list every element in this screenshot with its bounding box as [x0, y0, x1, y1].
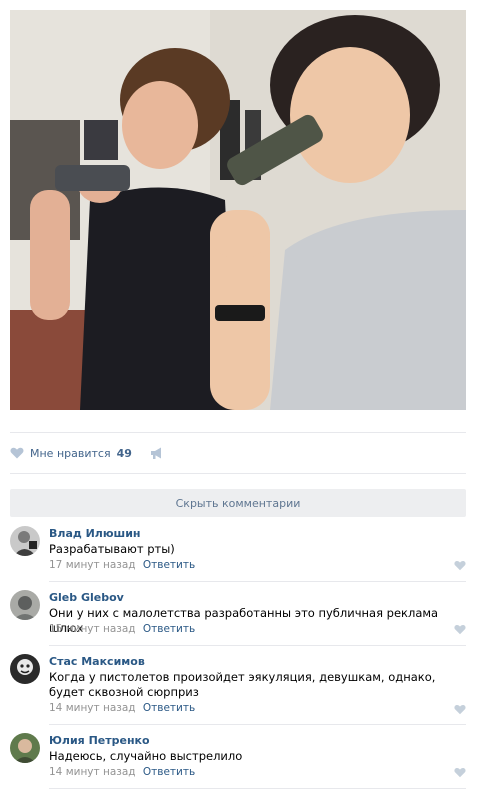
- comment: Юлия Петренко Надеюсь, случайно выстрели…: [10, 733, 466, 789]
- heart-icon[interactable]: [454, 624, 466, 635]
- heart-icon[interactable]: [454, 767, 466, 778]
- comment: Gleb Glebov Они у них с малолетства разр…: [10, 590, 466, 646]
- comment-text: Надеюсь, случайно выстрелило: [49, 749, 243, 763]
- comment-time[interactable]: 17 минут назад: [49, 559, 136, 571]
- like-count[interactable]: 49: [117, 447, 132, 460]
- divider: [49, 724, 466, 725]
- comment-author[interactable]: Юлия Петренко: [49, 734, 150, 747]
- like-bar: Мне нравится 49: [10, 444, 164, 462]
- comment-time[interactable]: 14 минут назад: [49, 702, 136, 714]
- divider: [10, 432, 466, 433]
- comment: Влад Илюшин Разрабатывают рты) 17 минут …: [10, 526, 466, 582]
- divider: [49, 645, 466, 646]
- reply-link[interactable]: Ответить: [143, 702, 195, 714]
- comment-text: Когда у пистолетов произойдет эякуляция,…: [49, 670, 436, 699]
- reply-link[interactable]: Ответить: [143, 766, 195, 778]
- photo-illustration: [10, 10, 466, 410]
- hide-comments-button[interactable]: Скрыть комментарии: [10, 489, 466, 517]
- megaphone-icon[interactable]: [150, 446, 164, 460]
- comment-meta: 15 минут назад Ответить: [49, 623, 195, 635]
- avatar[interactable]: [10, 526, 40, 556]
- comment-author[interactable]: Влад Илюшин: [49, 527, 141, 540]
- avatar[interactable]: [10, 590, 40, 620]
- comment-text: Разрабатывают рты): [49, 542, 175, 556]
- wall-post: Мне нравится 49 Скрыть комментарии Влад …: [0, 0, 484, 793]
- comment-meta: 14 минут назад Ответить: [49, 702, 195, 714]
- comment-meta: 17 минут назад Ответить: [49, 559, 195, 571]
- divider: [49, 581, 466, 582]
- divider: [49, 788, 466, 789]
- avatar[interactable]: [10, 654, 40, 684]
- reply-link[interactable]: Ответить: [143, 559, 195, 571]
- comment-author[interactable]: Стас Максимов: [49, 655, 145, 668]
- comment-time[interactable]: 15 минут назад: [49, 623, 136, 635]
- divider: [10, 473, 466, 474]
- comment: Стас Максимов Когда у пистолетов произой…: [10, 654, 466, 725]
- comment-author[interactable]: Gleb Glebov: [49, 591, 124, 604]
- heart-icon[interactable]: [454, 560, 466, 571]
- comment-meta: 14 минут назад Ответить: [49, 766, 195, 778]
- comment-time[interactable]: 14 минут назад: [49, 766, 136, 778]
- avatar[interactable]: [10, 733, 40, 763]
- heart-icon[interactable]: [10, 447, 24, 459]
- heart-icon[interactable]: [454, 704, 466, 715]
- post-photo[interactable]: [10, 10, 466, 410]
- like-button[interactable]: Мне нравится: [30, 447, 111, 460]
- reply-link[interactable]: Ответить: [143, 623, 195, 635]
